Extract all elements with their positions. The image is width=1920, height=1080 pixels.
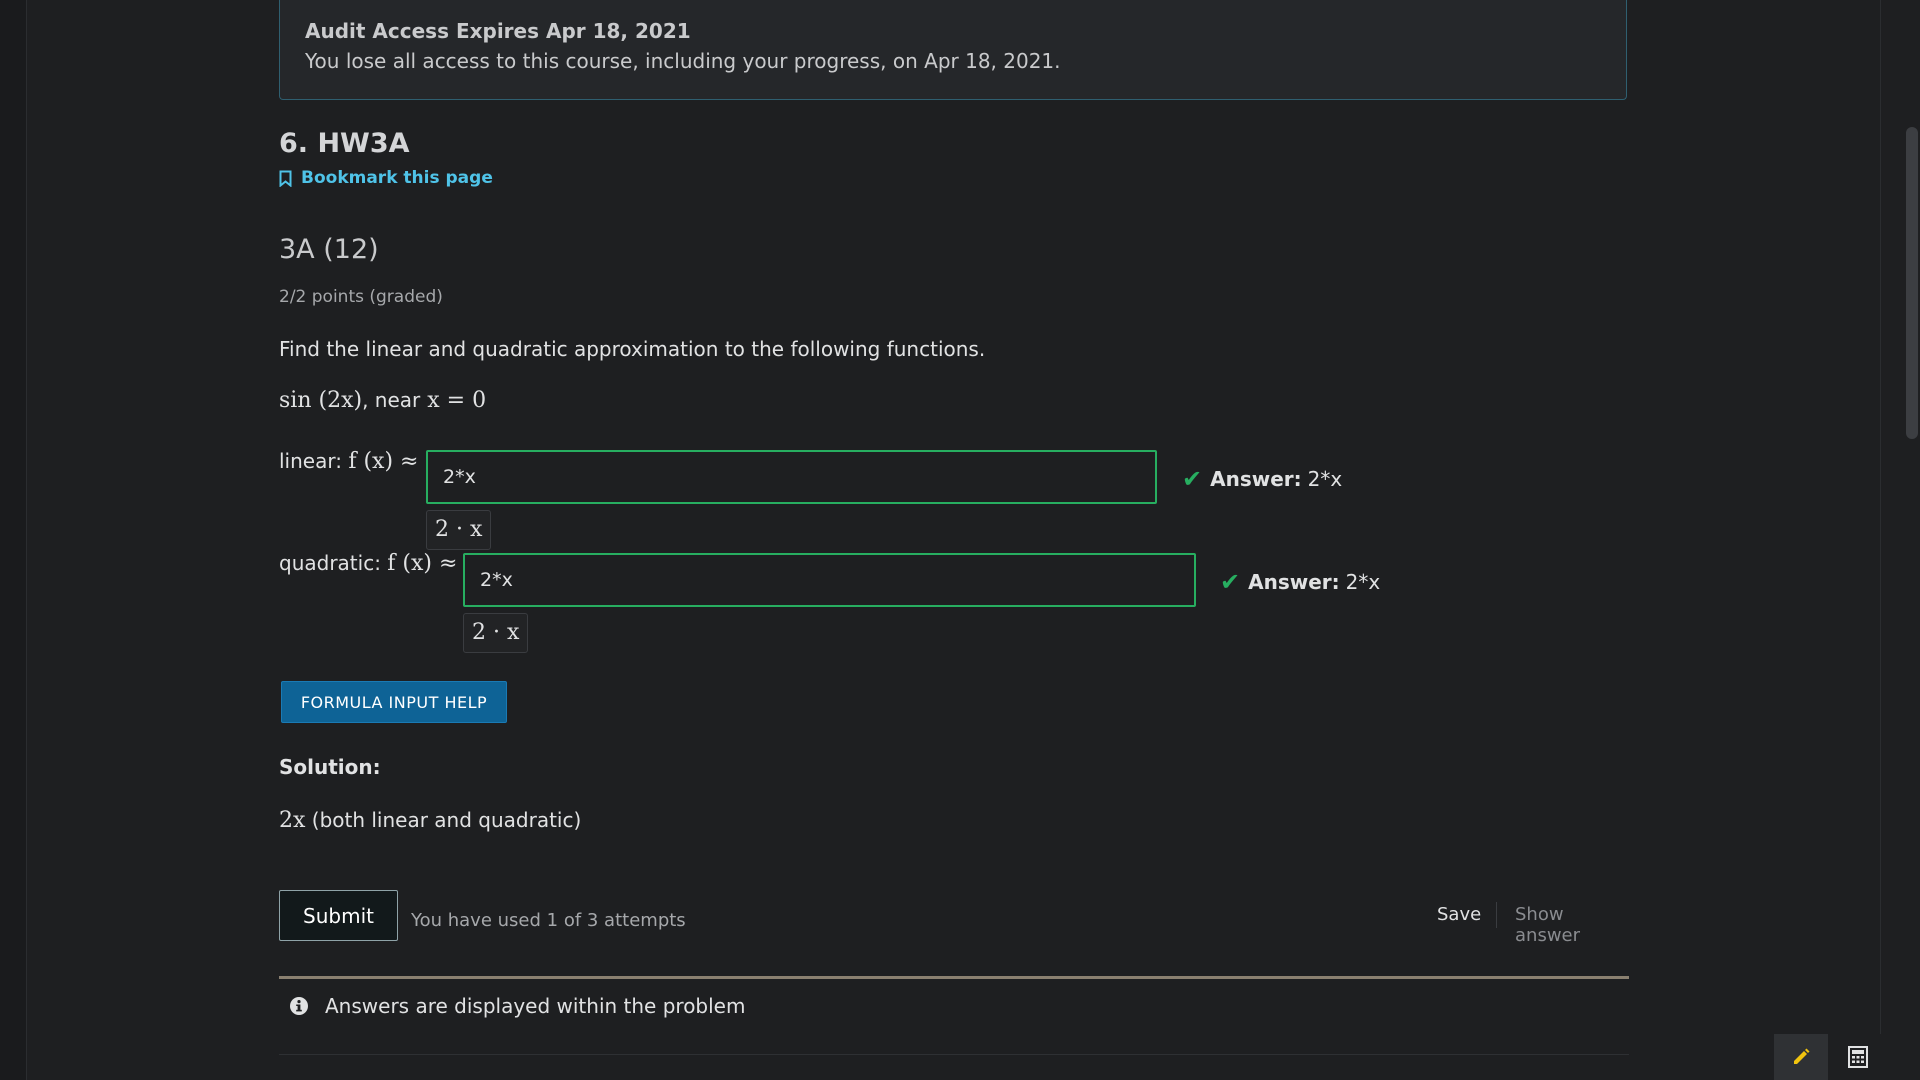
quadratic-math: f (x) ≈ bbox=[387, 551, 458, 576]
attempts-text: You have used 1 of 3 attempts bbox=[411, 910, 686, 931]
answers-notice: Answers are displayed within the problem bbox=[289, 994, 745, 1018]
quadratic-label: quadratic: bbox=[279, 551, 381, 575]
near-label: , near bbox=[362, 388, 421, 412]
audit-banner-text: You lose all access to this course, incl… bbox=[305, 49, 1061, 73]
linear-math: f (x) ≈ bbox=[348, 449, 419, 474]
solution-label: Solution: bbox=[279, 755, 381, 779]
linear-answer-status: ✔ Answer: 2*x bbox=[1182, 465, 1342, 493]
solution-expression: 2x bbox=[279, 808, 306, 833]
quadratic-answer-status: ✔ Answer: 2*x bbox=[1220, 568, 1380, 596]
right-gutter-border bbox=[1880, 0, 1881, 1080]
linear-answer-input[interactable] bbox=[426, 450, 1157, 504]
solution-text: 2x (both linear and quadratic) bbox=[279, 808, 581, 833]
solution-math: 2x bbox=[279, 808, 305, 833]
quadratic-answer-input[interactable] bbox=[463, 553, 1196, 607]
linear-label: linear: bbox=[279, 449, 342, 473]
quadratic-answer-value: 2*x bbox=[1345, 570, 1381, 594]
audit-banner-title: Audit Access Expires Apr 18, 2021 bbox=[305, 19, 691, 43]
problem-points: 2/2 points (graded) bbox=[279, 287, 443, 307]
save-button[interactable]: Save bbox=[1437, 904, 1481, 925]
linear-answer-label: Answer: bbox=[1210, 467, 1302, 491]
function-expression: sin (2x) bbox=[279, 388, 363, 413]
notice-top-border bbox=[279, 976, 1629, 979]
quadratic-answer-label: Answer: bbox=[1248, 570, 1340, 594]
submit-button[interactable]: Submit bbox=[279, 890, 398, 941]
quadratic-preview: 2 · x bbox=[463, 613, 529, 653]
function-statement: sin (2x), near x = 0 bbox=[279, 388, 486, 413]
action-divider bbox=[1496, 902, 1497, 928]
check-icon: ✔ bbox=[1182, 465, 1203, 493]
page: Audit Access Expires Apr 18, 2021 You lo… bbox=[0, 0, 1920, 1080]
bookmark-label: Bookmark this page bbox=[301, 168, 493, 188]
formula-input-help-button[interactable]: FORMULA INPUT HELP bbox=[281, 681, 507, 723]
info-icon bbox=[290, 997, 308, 1015]
calculator-tool-button[interactable] bbox=[1831, 1034, 1885, 1080]
audit-banner: Audit Access Expires Apr 18, 2021 You lo… bbox=[279, 0, 1627, 100]
left-gutter bbox=[0, 0, 27, 1080]
quadratic-label-group: quadratic: f (x) ≈ bbox=[279, 551, 457, 576]
linear-answer-value: 2*x bbox=[1307, 467, 1343, 491]
solution-description: (both linear and quadratic) bbox=[311, 808, 582, 832]
notice-bottom-border bbox=[279, 1054, 1629, 1055]
bookmark-icon bbox=[279, 170, 292, 187]
linear-preview: 2 · x bbox=[426, 510, 492, 550]
bookmark-button[interactable]: Bookmark this page bbox=[279, 168, 493, 188]
linear-label-group: linear: f (x) ≈ bbox=[279, 449, 418, 474]
near-expression: x = 0 bbox=[427, 388, 487, 413]
calculator-icon bbox=[1848, 1046, 1868, 1068]
notice-text: Answers are displayed within the problem bbox=[325, 994, 746, 1018]
problem-prompt: Find the linear and quadratic approximat… bbox=[279, 337, 986, 361]
scrollbar-thumb[interactable] bbox=[1906, 127, 1918, 439]
problem-title: 3A (12) bbox=[279, 234, 379, 265]
unit-title: 6. HW3A bbox=[279, 128, 410, 159]
show-answer-button[interactable]: Show answer bbox=[1515, 904, 1629, 946]
check-icon: ✔ bbox=[1220, 568, 1241, 596]
notes-tool-button[interactable] bbox=[1774, 1034, 1828, 1080]
pencil-icon bbox=[1794, 1048, 1810, 1064]
